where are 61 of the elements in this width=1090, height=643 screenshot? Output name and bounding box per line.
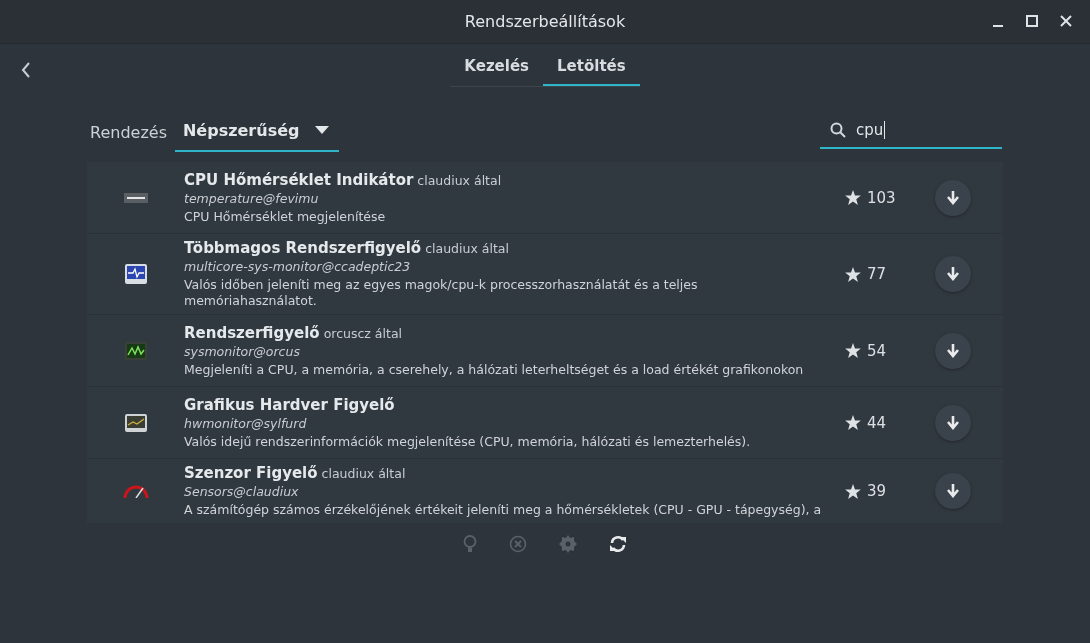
applet-uuid: hwmonitor@sylfurd: [184, 415, 308, 431]
download-button[interactable]: [935, 332, 971, 369]
rating-count: 39: [867, 482, 887, 500]
search-icon: [830, 122, 846, 138]
rating-count: 77: [867, 265, 887, 283]
applet-description: Megjeleníti a CPU, a memória, a cserehely, a hálózati leterheltséget és a load értékét grafikonokon: [184, 361, 805, 378]
download-button[interactable]: [935, 179, 971, 216]
applet-row[interactable]: CPU Hőmérséklet Indikátor claudiux által temperature@fevimu CPU Hőmérséklet megjelenítése 103: [87, 162, 1003, 234]
applet-row[interactable]: Rendszerfigyelő orcuscz által sysmonitor@orcus Megjeleníti a CPU, a memória, a cserehely, a hálózati leterheltséget és a load értékét grafikonokon 54: [87, 315, 1003, 387]
refresh-icon[interactable]: [609, 535, 627, 553]
search-field[interactable]: cpu: [820, 115, 1002, 149]
applet-description: Valós időben jeleníti meg az egyes magok/cpu-k processzorhasználatát és a teljes memóriahasználatot.: [184, 277, 699, 309]
pulse-monitor-icon: [124, 264, 147, 284]
star-icon: [845, 343, 861, 358]
applet-author: orcuscz által: [323, 325, 403, 341]
graph-monitor-icon: [124, 341, 147, 360]
download-button[interactable]: [935, 473, 971, 509]
download-icon: [947, 190, 959, 205]
download-icon: [947, 484, 959, 498]
applet-description: Valós idejű rendszerinformációk megjelenítése (CPU, memória, hálózati és lemezterhelés).: [184, 433, 752, 450]
download-icon: [947, 343, 959, 358]
back-icon[interactable]: [21, 62, 31, 78]
close-icon[interactable]: [1060, 15, 1072, 27]
applet-row[interactable]: Szenzor Figyelő claudiux által Sensors@claudiux A számítógép számos érzékelőjének értékeit jeleníti meg a hőmérsékletek (CPU - GPU - tápegység), a 39: [87, 459, 1003, 523]
applet-name: Rendszerfigyelő: [184, 323, 320, 342]
gauge-icon: [122, 484, 149, 498]
applet-name: CPU Hőmérséklet Indikátor: [184, 170, 414, 189]
applet-name: Többmagos Rendszerfigyelő: [184, 239, 422, 257]
window-title: Rendszerbeállítások: [464, 12, 626, 31]
applet-uuid: multicore-sys-monitor@ccadeptic23: [184, 259, 412, 274]
sort-label: Rendezés: [90, 122, 167, 142]
applet-author: claudiux által: [321, 466, 406, 481]
applet-row[interactable]: Grafikus Hardver Figyelő hwmonitor@sylfurd Valós idejű rendszerinformációk megjelenítése (CPU, memória, hálózati és lemezterhelés). 44: [87, 387, 1003, 459]
rating-count: 44: [867, 413, 887, 432]
applet-uuid: temperature@fevimu: [184, 190, 320, 206]
download-button[interactable]: [935, 404, 971, 441]
applet-author: claudiux által: [425, 241, 509, 256]
download-icon: [947, 267, 959, 281]
applet-author: claudiux által: [417, 172, 502, 188]
sort-dropdown[interactable]: Népszerűség: [174, 112, 340, 152]
tab[interactable]: Kezelés: [450, 49, 544, 86]
applet-name: Grafikus Hardver Figyelő: [184, 395, 395, 414]
star-icon: [845, 190, 861, 205]
thermometer-reading-icon: [123, 192, 148, 203]
applet-name: Szenzor Figyelő: [184, 464, 318, 482]
rating-count: 103: [867, 188, 896, 207]
rating-count: 54: [867, 341, 887, 360]
applet-description: CPU Hőmérséklet megjelenítése: [184, 208, 387, 225]
maximize-icon[interactable]: [1026, 15, 1038, 27]
star-icon: [845, 415, 861, 430]
tab[interactable]: Letöltés: [543, 49, 640, 86]
applet-description: A számítógép számos érzékelőjének értékeit jeleníti meg a hőmérsékletek (CPU - GPU - tápegység), a: [184, 502, 823, 518]
applet-uuid: Sensors@claudiux: [184, 484, 300, 499]
star-icon: [845, 266, 861, 282]
applet-uuid: sysmonitor@orcus: [184, 343, 301, 359]
download-icon: [947, 415, 959, 430]
caret-icon: [315, 126, 330, 134]
applet-row[interactable]: Többmagos Rendszerfigyelő claudiux által multicore-sys-monitor@ccadeptic23 Valós időben jeleníti meg az egyes magok/cpu-k processzorhasználatát és a teljes memóriahasználatot. 77: [87, 234, 1003, 315]
star-icon: [845, 483, 861, 499]
download-button[interactable]: [935, 256, 971, 292]
monitor-chart-icon: [124, 413, 147, 432]
